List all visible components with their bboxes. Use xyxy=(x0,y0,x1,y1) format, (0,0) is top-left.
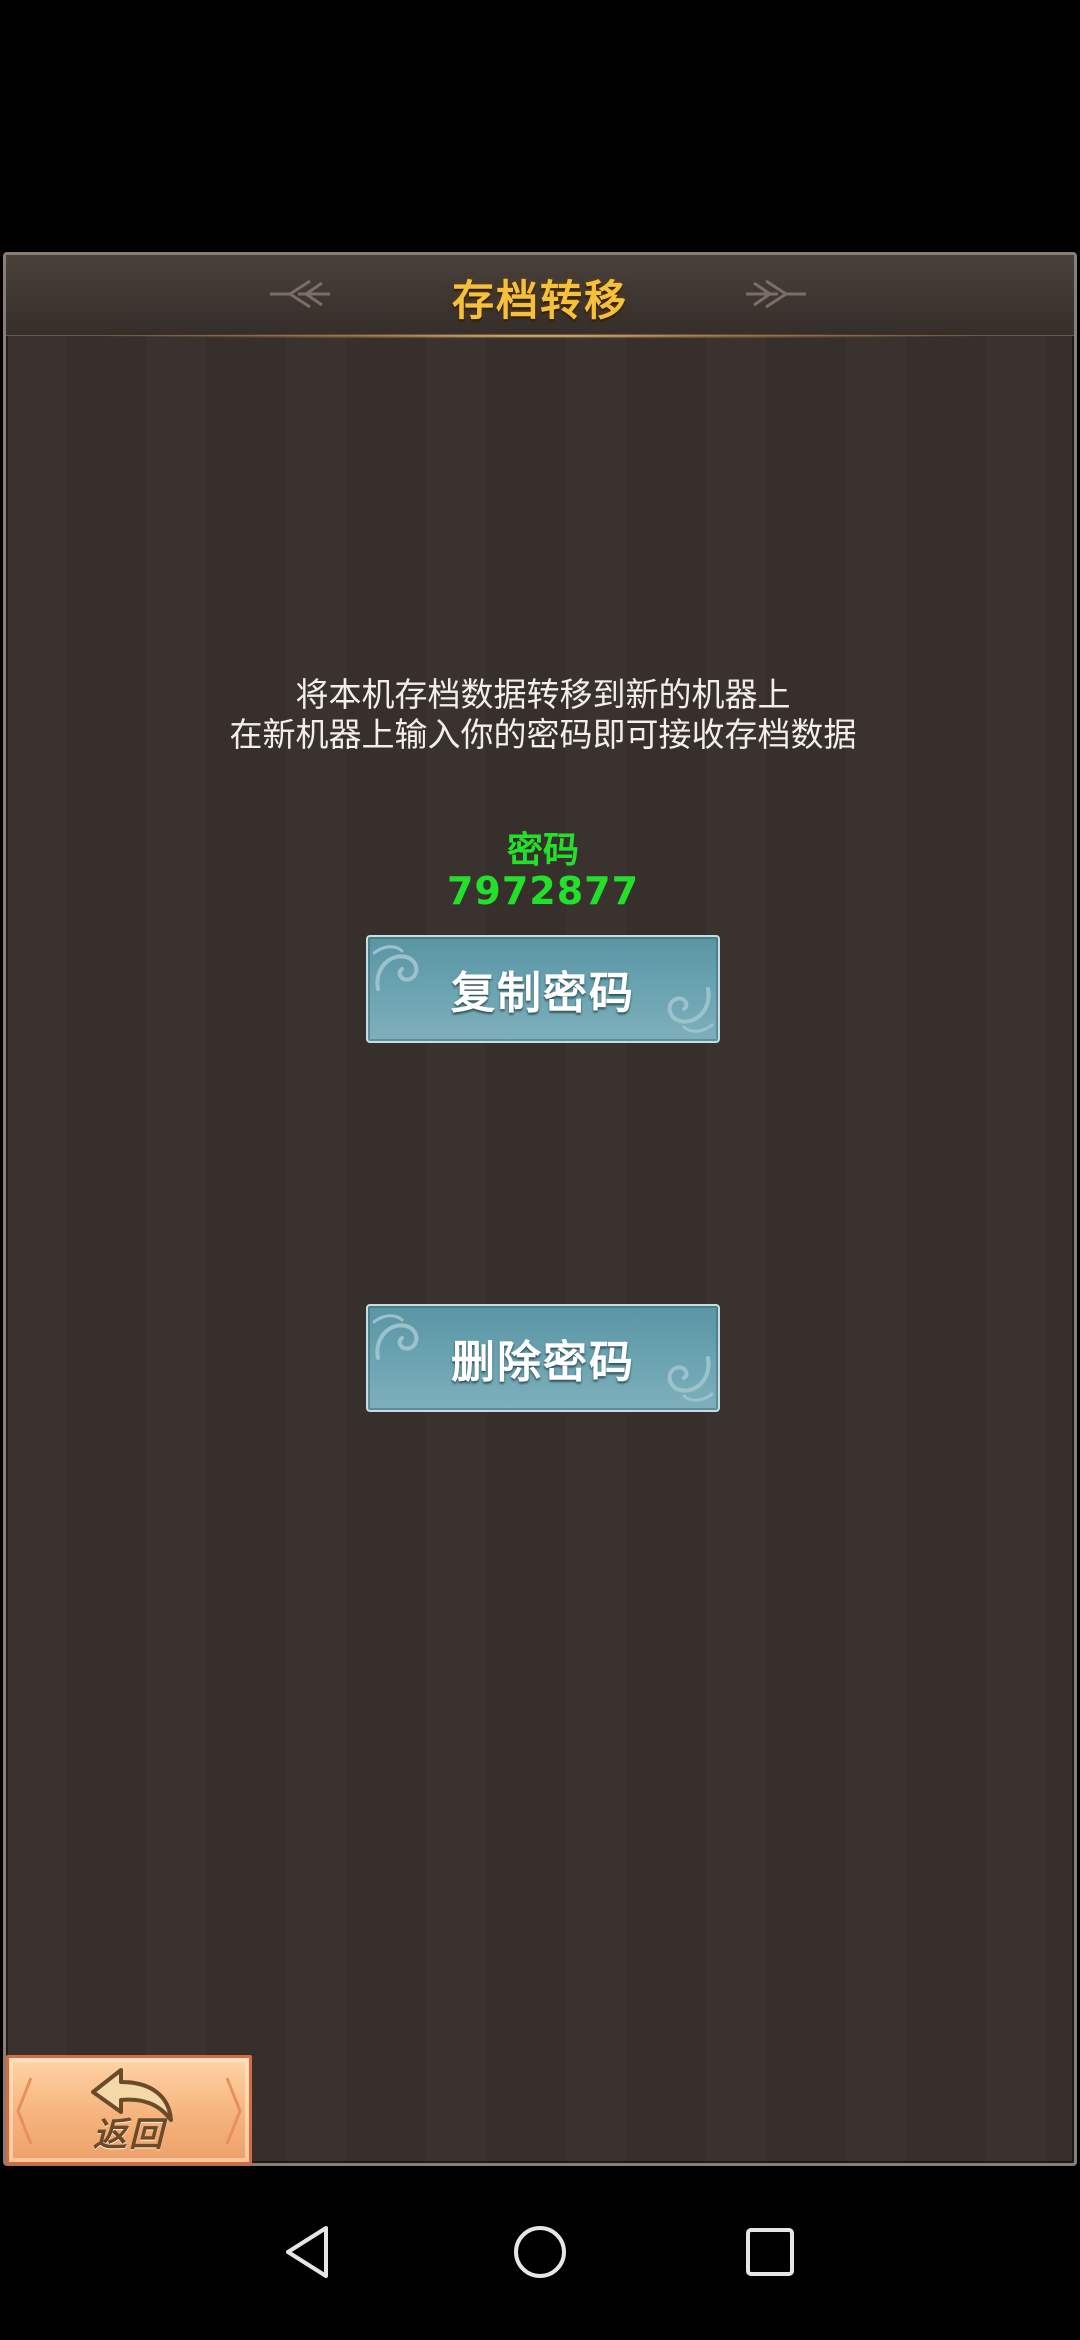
panel-texture xyxy=(6,255,1074,2163)
copy-password-label: 复制密码 xyxy=(451,968,635,1019)
save-transfer-dialog: 存档转移 将本机存档数据转移到新的机器上 在新机器上输入你的密码即可接收存档数据… xyxy=(3,252,1077,2166)
delete-password-label: 删除密码 xyxy=(451,1337,635,1388)
dialog-title-bar: 存档转移 xyxy=(6,255,1074,339)
password-label: 密码 xyxy=(506,830,579,871)
description-line-1: 将本机存档数据转移到新的机器上 xyxy=(295,675,791,714)
description-line-2: 在新机器上输入你的密码即可接收存档数据 xyxy=(229,715,857,754)
triangle-back-icon[interactable] xyxy=(272,2216,344,2288)
circle-home-icon[interactable] xyxy=(504,2216,576,2288)
title-ornament-right-icon xyxy=(746,279,806,309)
back-button[interactable]: 返回 xyxy=(6,2055,252,2165)
title-underline-glow xyxy=(6,333,1074,339)
dialog-title: 存档转移 xyxy=(451,276,628,325)
square-recent-icon[interactable] xyxy=(734,2216,806,2288)
delete-password-button[interactable]: 删除密码 xyxy=(366,1304,720,1412)
copy-password-button[interactable]: 复制密码 xyxy=(366,935,720,1043)
status-bar-area xyxy=(0,0,1080,252)
back-label: 返回 xyxy=(93,2115,165,2155)
password-value: 7972877 xyxy=(446,869,640,913)
system-navigation-bar xyxy=(0,2166,1080,2340)
